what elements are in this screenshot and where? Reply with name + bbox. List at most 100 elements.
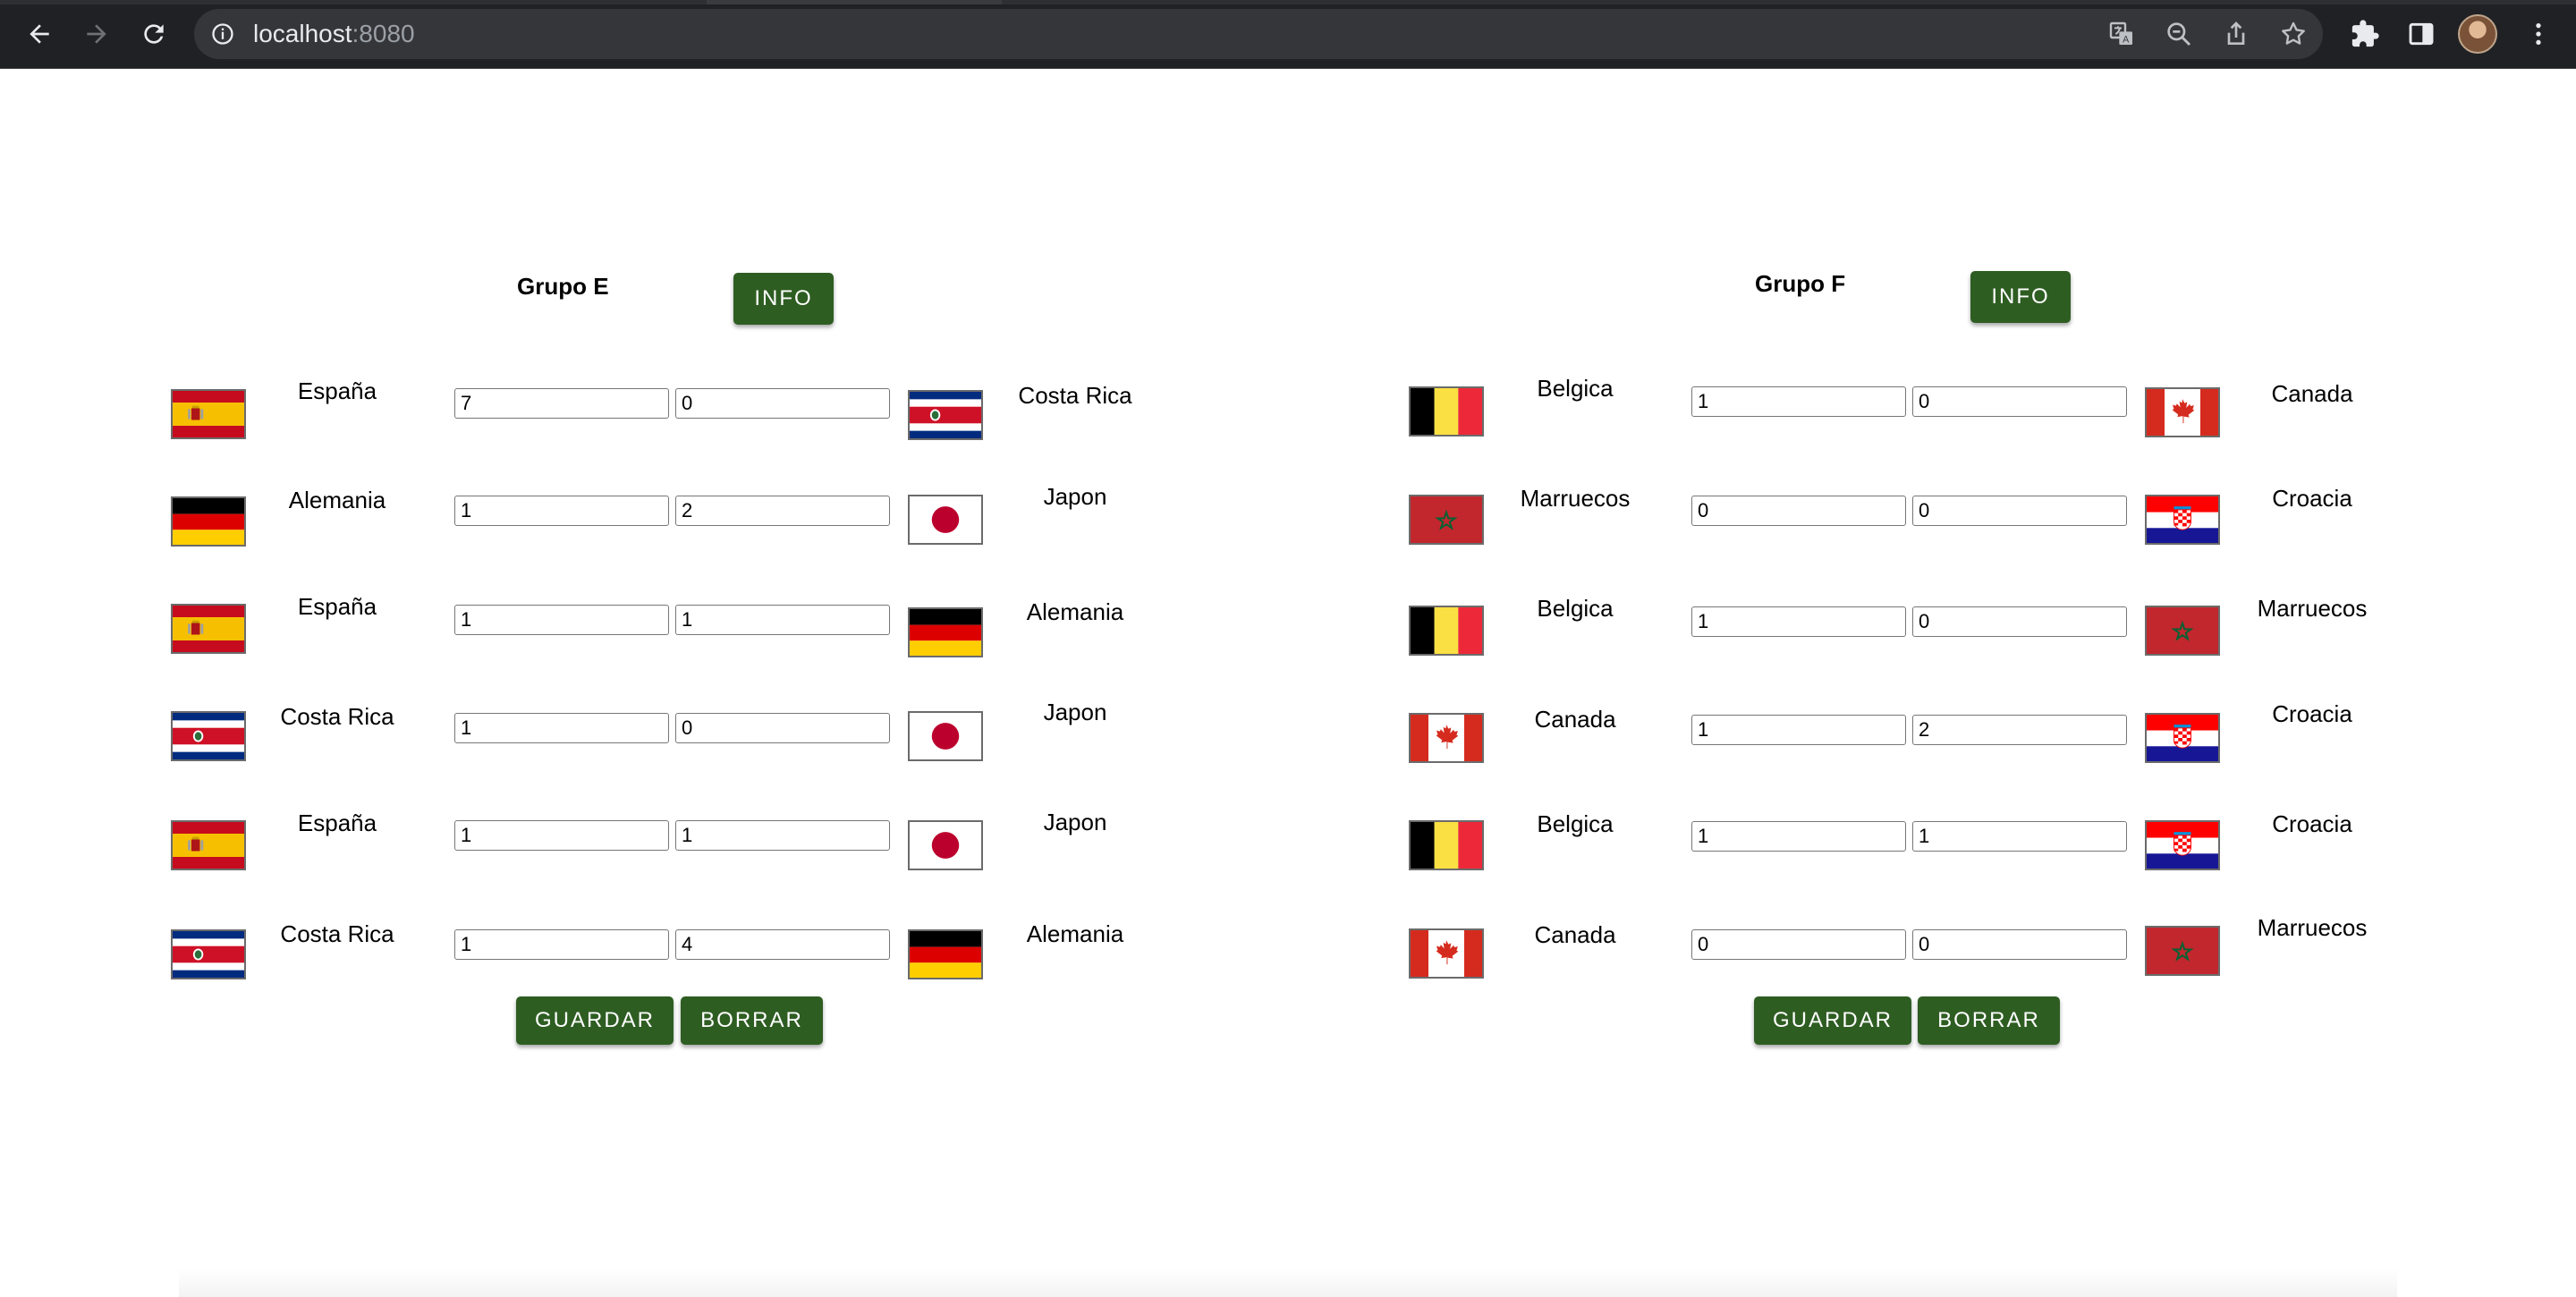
away-score-input[interactable] (1912, 496, 2127, 526)
flag-japan-icon (908, 495, 983, 545)
bookmark-star-icon[interactable] (2279, 20, 2308, 48)
home-score-input[interactable] (454, 820, 669, 851)
translate-icon[interactable]: A (2107, 20, 2136, 48)
menu-button[interactable] (2521, 16, 2556, 52)
away-score-input[interactable] (675, 929, 890, 960)
flag-costa-rica-icon (171, 711, 246, 761)
flag-costa-rica-icon (171, 929, 246, 979)
page-bottom-shadow (179, 1268, 2397, 1297)
flag-spain-icon (171, 389, 246, 439)
home-score-input[interactable] (1691, 496, 1906, 526)
flag-morocco-icon (2145, 926, 2220, 976)
flag-costa-rica-icon (908, 390, 983, 440)
home-score-input[interactable] (1691, 386, 1906, 417)
away-score-input[interactable] (1912, 386, 2127, 417)
zoom-out-icon[interactable] (2165, 20, 2193, 48)
arrow-left-icon (30, 24, 49, 44)
reload-button[interactable] (132, 13, 175, 55)
home-team-name: Marruecos (1520, 485, 1631, 512)
back-button[interactable] (18, 13, 61, 55)
away-team-name: Japon (1043, 809, 1107, 835)
home-team-name: España (297, 593, 377, 620)
flag-spain-icon (171, 820, 246, 870)
share-icon[interactable] (2222, 20, 2250, 48)
group-title: Grupo E (517, 273, 609, 300)
away-team-name: Canada (2271, 380, 2353, 407)
away-team-name: Alemania (1026, 920, 1124, 947)
side-panel-icon (2409, 22, 2434, 46)
browser-toolbar: localhost:8080 A (0, 0, 2576, 69)
away-score-input[interactable] (675, 496, 890, 526)
away-team-name: Croacia (2272, 810, 2352, 837)
flag-canada-icon (1409, 713, 1484, 763)
home-score-input[interactable] (454, 605, 669, 635)
home-team-name: Canada (1534, 706, 1616, 733)
delete-button[interactable]: BORRAR (681, 996, 823, 1045)
more-vertical-icon (2536, 23, 2541, 45)
away-score-input[interactable] (1912, 715, 2127, 745)
home-score-input[interactable] (454, 388, 669, 419)
away-team-name: Marruecos (2257, 914, 2368, 941)
flag-belgium-icon (1409, 606, 1484, 656)
home-score-input[interactable] (1691, 715, 1906, 745)
flag-spain-icon (171, 604, 246, 654)
puzzle-icon (2351, 20, 2379, 47)
flag-canada-icon (2145, 387, 2220, 437)
home-team-name: Costa Rica (280, 920, 394, 947)
away-score-input[interactable] (675, 713, 890, 743)
info-button[interactable]: INFO (1970, 271, 2071, 323)
away-score-input[interactable] (1912, 606, 2127, 637)
url-text: localhost:8080 (253, 20, 415, 47)
flag-germany-icon (908, 929, 983, 979)
home-score-input[interactable] (454, 929, 669, 960)
extensions-button[interactable] (2347, 16, 2383, 52)
away-score-input[interactable] (675, 388, 890, 419)
flag-japan-icon (908, 711, 983, 761)
flag-canada-icon (1409, 928, 1484, 979)
home-score-input[interactable] (454, 496, 669, 526)
home-team-name: Canada (1534, 921, 1616, 948)
flag-morocco-icon (1409, 495, 1484, 545)
reload-icon (144, 24, 164, 44)
home-score-input[interactable] (1691, 606, 1906, 637)
delete-button[interactable]: BORRAR (1918, 996, 2060, 1045)
away-score-input[interactable] (675, 605, 890, 635)
away-score-input[interactable] (1912, 821, 2127, 852)
info-button[interactable]: INFO (733, 273, 834, 325)
svg-text:A: A (2123, 34, 2130, 45)
flag-croatia-icon (2145, 820, 2220, 870)
flag-croatia-icon (2145, 495, 2220, 545)
away-team-name: Alemania (1026, 598, 1124, 625)
flag-belgium-icon (1409, 820, 1484, 870)
home-score-input[interactable] (1691, 821, 1906, 852)
flag-morocco-icon (2145, 606, 2220, 656)
profile-avatar[interactable] (2458, 14, 2497, 54)
home-score-input[interactable] (1691, 929, 1906, 960)
away-score-input[interactable] (1912, 929, 2127, 960)
home-team-name: España (297, 810, 377, 836)
flag-belgium-icon (1409, 386, 1484, 437)
arrow-right-icon (87, 24, 106, 44)
forward-button[interactable] (75, 13, 118, 55)
address-bar[interactable]: localhost:8080 A (194, 9, 2323, 59)
home-score-input[interactable] (454, 713, 669, 743)
side-panel-button[interactable] (2403, 16, 2439, 52)
home-team-name: Belgica (1537, 375, 1614, 402)
home-team-name: Belgica (1537, 595, 1614, 622)
flag-germany-icon (908, 607, 983, 657)
flag-germany-icon (171, 496, 246, 547)
away-score-input[interactable] (675, 820, 890, 851)
save-button[interactable]: GUARDAR (1754, 996, 1911, 1045)
home-team-name: Costa Rica (280, 703, 394, 730)
away-team-name: Marruecos (2257, 595, 2368, 622)
home-team-name: Alemania (288, 487, 386, 513)
home-team-name: Belgica (1537, 810, 1614, 837)
group-title: Grupo F (1755, 270, 1846, 297)
away-team-name: Croacia (2272, 485, 2352, 512)
away-team-name: Croacia (2272, 700, 2352, 727)
away-team-name: Costa Rica (1018, 382, 1132, 409)
flag-japan-icon (908, 820, 983, 870)
away-team-name: Japon (1043, 699, 1107, 725)
save-button[interactable]: GUARDAR (516, 996, 674, 1045)
site-info-icon[interactable] (210, 21, 235, 47)
